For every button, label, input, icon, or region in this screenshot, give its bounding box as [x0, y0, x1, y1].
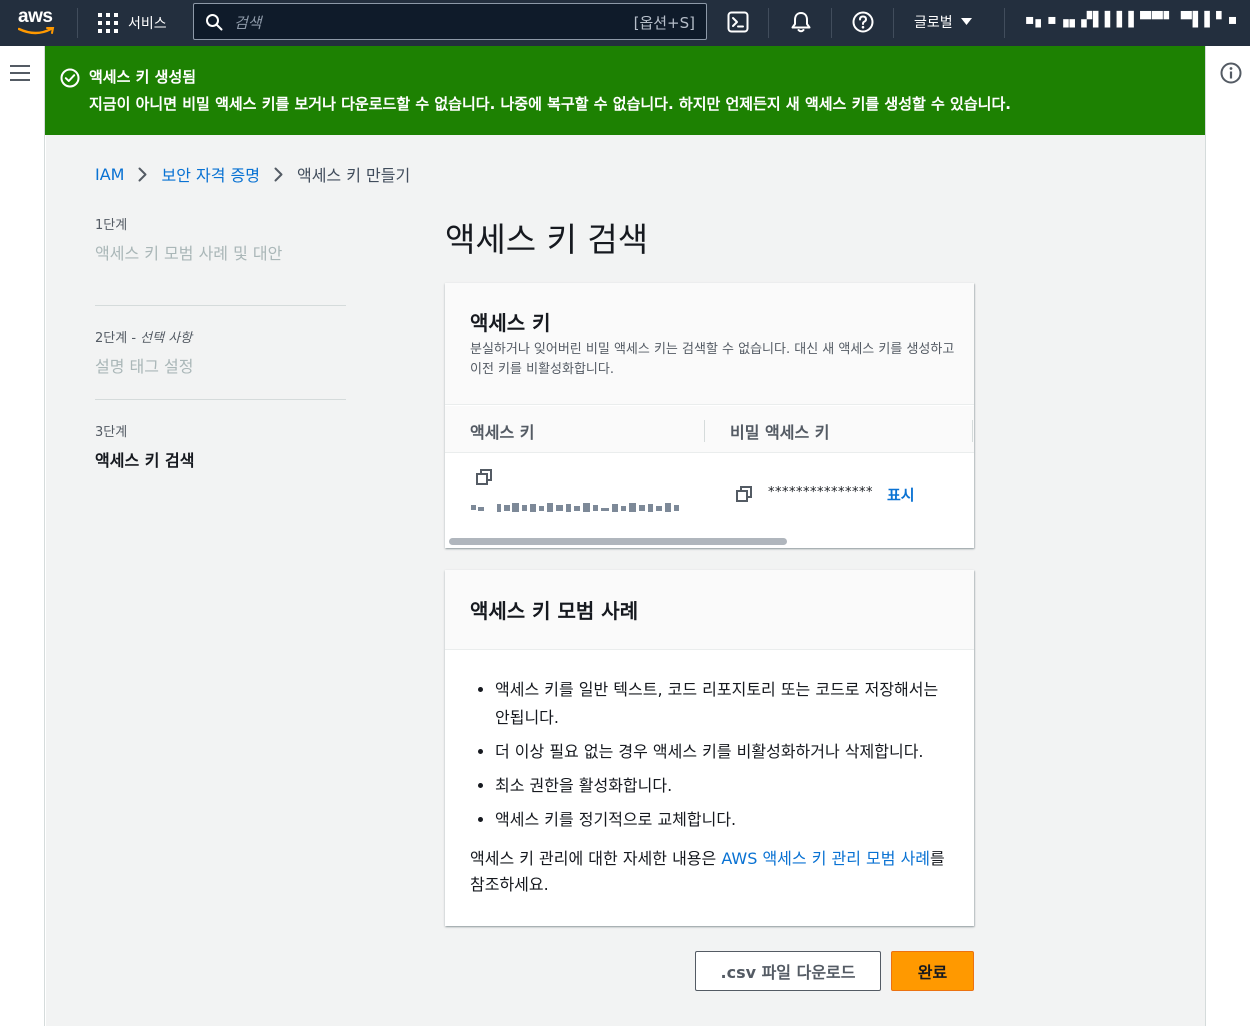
right-rail [1205, 46, 1250, 1026]
best-practices-note: 액세스 키 관리에 대한 자세한 내용은 AWS 액세스 키 관리 모범 사례를… [470, 846, 950, 898]
secret-key-masked: *************** [768, 485, 873, 500]
info-icon[interactable] [1220, 62, 1242, 84]
done-button[interactable]: 완료 [891, 951, 974, 991]
best-practices-link[interactable]: AWS 액세스 키 관리 모범 사례 [721, 849, 930, 868]
best-practices-list: 액세스 키를 일반 텍스트, 코드 리포지토리 또는 코드로 저장해서는 안됩니… [495, 676, 955, 840]
list-item: 최소 권한을 활성화합니다. [495, 772, 955, 800]
search-icon [206, 14, 223, 31]
masked-access-key [471, 503, 679, 512]
copy-icon[interactable] [476, 469, 493, 486]
search-input[interactable]: 검색 [옵션+S] [193, 3, 707, 40]
horizontal-scrollbar[interactable] [445, 535, 974, 548]
search-placeholder: 검색 [234, 14, 262, 32]
list-item: 더 이상 필요 없는 경우 액세스 키를 비활성화하거나 삭제합니다. [495, 738, 955, 766]
column-header-secret-key: 비밀 액세스 키 [730, 423, 830, 442]
success-flash-banner: 액세스 키 생성됨 지금이 아니면 비밀 액세스 키를 보거나 다운로드할 수 … [45, 46, 1205, 135]
step-optional: 선택 사항 [140, 331, 193, 346]
card-title: 액세스 키 모범 사례 [470, 599, 639, 623]
breadcrumb-iam[interactable]: IAM [95, 165, 124, 184]
check-circle-icon [60, 68, 80, 88]
step-label: 액세스 키 모범 사례 및 대안 [95, 244, 283, 263]
list-item: 액세스 키를 일반 텍스트, 코드 리포지토리 또는 코드로 저장해서는 안됩니… [495, 676, 955, 732]
wizard-step-1: 1단계 액세스 키 모범 사례 및 대안 [95, 212, 346, 306]
step-label: 액세스 키 검색 [95, 451, 195, 470]
services-label: 서비스 [128, 16, 167, 32]
column-divider [704, 420, 705, 442]
nav-separator [768, 8, 769, 38]
flash-message: 지금이 아니면 비밀 액세스 키를 보거나 다운로드할 수 없습니다. 나중에 … [89, 95, 1011, 113]
download-csv-button[interactable]: .csv 파일 다운로드 [695, 951, 881, 991]
wizard-steps: 1단계 액세스 키 모범 사례 및 대안 2단계 - 선택 사항 설명 태그 설… [95, 212, 346, 494]
card-title: 액세스 키 [470, 311, 551, 335]
region-selector[interactable]: 글로벌 [914, 12, 972, 32]
wizard-step-3: 3단계 액세스 키 검색 [95, 400, 346, 494]
aws-smile-icon [18, 27, 55, 35]
breadcrumb-security-credentials[interactable]: 보안 자격 증명 [161, 162, 260, 186]
copy-icon[interactable] [736, 486, 753, 503]
aws-logo[interactable]: aws [18, 6, 58, 36]
card-header: 액세스 키 분실하거나 잊어버린 비밀 액세스 키는 검색할 수 없습니다. 대… [445, 283, 974, 405]
bell-icon[interactable] [790, 11, 812, 33]
step-number: 3단계 [95, 425, 128, 440]
nav-separator [77, 8, 78, 38]
nav-separator [893, 8, 894, 38]
services-menu-button[interactable]: 서비스 [98, 11, 167, 35]
card-header: 액세스 키 모범 사례 [445, 570, 974, 650]
show-secret-link[interactable]: 표시 [887, 484, 915, 505]
aws-logo-text: aws [18, 6, 53, 27]
help-icon[interactable] [852, 11, 874, 33]
hamburger-menu-icon[interactable] [10, 65, 30, 81]
account-menu[interactable]: ▪▖▪▗▖▞▌▌▌▌▀▀▘ ▀▌▌▘▪ [1025, 12, 1238, 28]
wizard-step-2: 2단계 - 선택 사항 설명 태그 설정 [95, 306, 346, 400]
breadcrumb: IAM 보안 자격 증명 액세스 키 만들기 [95, 162, 410, 186]
grid-icon [98, 13, 118, 33]
table-row: *************** 표시 [445, 454, 974, 534]
caret-down-icon [960, 18, 972, 25]
region-label: 글로벌 [914, 15, 953, 31]
nav-separator [831, 8, 832, 38]
left-rail [0, 46, 45, 1026]
nav-separator [1004, 8, 1005, 38]
best-practices-card: 액세스 키 모범 사례 액세스 키를 일반 텍스트, 코드 리포지토리 또는 코… [445, 570, 974, 926]
column-divider [972, 420, 973, 442]
search-shortcut: [옵션+S] [633, 14, 695, 32]
note-prefix: 액세스 키 관리에 대한 자세한 내용은 [470, 849, 722, 868]
table-header: 액세스 키 비밀 액세스 키 [445, 406, 974, 453]
chevron-right-icon [274, 167, 283, 181]
column-header-access-key: 액세스 키 [470, 423, 535, 442]
page-title: 액세스 키 검색 [445, 220, 649, 259]
top-navigation: aws 서비스 검색 [옵션+S] 글로벌 ▪▖▪▗▖▞▌▌▌▌▀▀▘ ▀▌▌▘… [0, 0, 1250, 46]
list-item: 액세스 키를 정기적으로 교체합니다. [495, 806, 955, 834]
main-content: IAM 보안 자격 증명 액세스 키 만들기 1단계 액세스 키 모범 사례 및… [46, 135, 1205, 1026]
scrollbar-thumb[interactable] [449, 538, 787, 545]
step-number: 2단계 - 선택 사항 [95, 331, 193, 346]
flash-title: 액세스 키 생성됨 [89, 68, 197, 86]
chevron-right-icon [138, 167, 147, 181]
card-description: 분실하거나 잊어버린 비밀 액세스 키는 검색할 수 없습니다. 대신 새 액세… [470, 342, 955, 377]
step-label: 설명 태그 설정 [95, 357, 194, 376]
step-number: 1단계 [95, 218, 128, 233]
access-key-card: 액세스 키 분실하거나 잊어버린 비밀 액세스 키는 검색할 수 없습니다. 대… [445, 283, 974, 548]
breadcrumb-current: 액세스 키 만들기 [296, 166, 411, 185]
cloudshell-icon[interactable] [727, 11, 749, 33]
